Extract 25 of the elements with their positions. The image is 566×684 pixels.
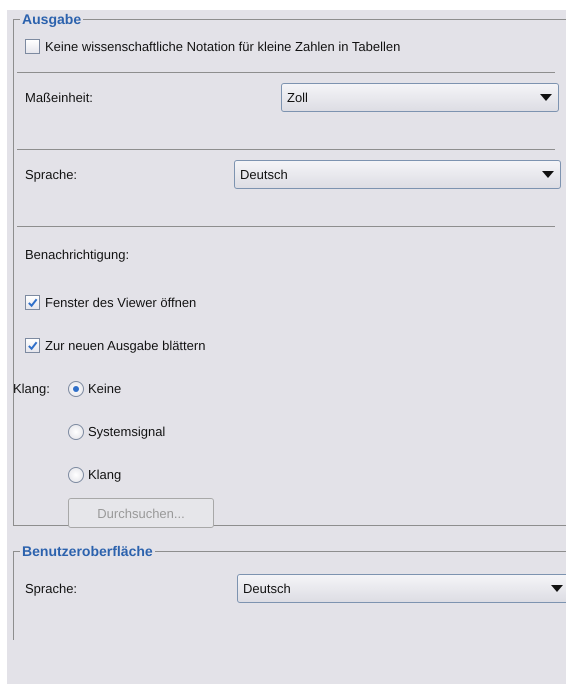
dropdown[interactable]: Deutsch (237, 574, 566, 603)
sound-label: Klang: (13, 380, 51, 398)
checkbox[interactable] (25, 338, 40, 353)
field-label: Maßeinheit: (25, 90, 94, 105)
field-label: Sprache: (25, 581, 78, 596)
dropdown-arrow-icon (551, 585, 563, 592)
dropdown-arrow-icon (540, 94, 552, 101)
checkbox-label: Zur neuen Ausgabe blättern (45, 338, 206, 353)
dropdown[interactable]: Zoll (281, 83, 559, 112)
checkbox[interactable] (25, 295, 40, 310)
radio-label: Systemsignal (88, 424, 166, 439)
dropdown[interactable]: Deutsch (234, 160, 561, 189)
group-title: Benutzeroberfläche (21, 542, 154, 560)
checkbox-label: Keine wissenschaftliche Notation für kleine Zahlen in Tabellen (45, 38, 400, 54)
radio-button[interactable] (68, 380, 84, 396)
checkbox[interactable] (25, 38, 40, 54)
field-label: Sprache: (25, 167, 78, 182)
checkbox-label: Fenster des Viewer öffnen (45, 295, 196, 310)
group-title: Ausgabe (21, 10, 82, 28)
radio-label: Klang (88, 467, 122, 482)
radio-label: Keine (88, 381, 122, 396)
section-label: Benachrichtigung: (25, 246, 130, 262)
radio-button[interactable] (68, 424, 84, 440)
radio-button[interactable] (68, 466, 84, 482)
dropdown-arrow-icon (542, 171, 554, 178)
